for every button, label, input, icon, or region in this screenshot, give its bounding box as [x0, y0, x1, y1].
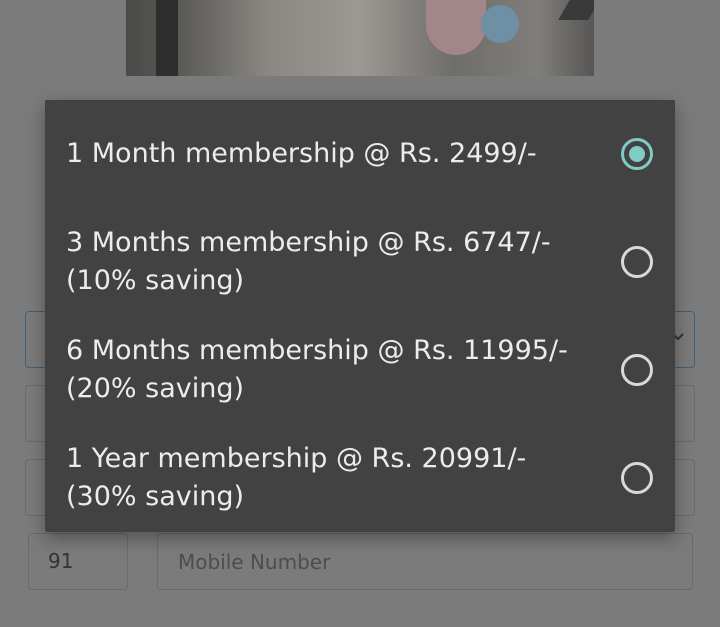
radio-selected-icon[interactable]	[621, 138, 653, 170]
radio-unselected-icon[interactable]	[621, 462, 653, 494]
option-label: 3 Months membership @ Rs. 6747/-	[66, 227, 551, 258]
option-saving: (20% saving)	[66, 373, 245, 404]
radio-unselected-icon[interactable]	[621, 354, 653, 386]
radio-unselected-icon[interactable]	[621, 246, 653, 278]
country-code-field[interactable]: 91	[28, 533, 128, 590]
option-saving: (10% saving)	[66, 265, 245, 296]
header-photo	[126, 0, 594, 76]
membership-option-3-months[interactable]: 3 Months membership @ Rs. 6747/- (10% sa…	[45, 224, 675, 300]
option-label: 6 Months membership @ Rs. 11995/-	[66, 335, 568, 366]
membership-option-1-month[interactable]: 1 Month membership @ Rs. 2499/-	[45, 135, 675, 173]
option-label: 1 Month membership @ Rs. 2499/-	[66, 138, 537, 169]
option-label: 1 Year membership @ Rs. 20991/-	[66, 443, 527, 474]
screen: 91 1 Month membership @ Rs. 2499/- 3 Mon…	[0, 0, 720, 627]
membership-option-1-year[interactable]: 1 Year membership @ Rs. 20991/- (30% sav…	[45, 440, 675, 516]
membership-options-dialog: 1 Month membership @ Rs. 2499/- 3 Months…	[45, 100, 675, 532]
option-saving: (30% saving)	[66, 481, 245, 512]
membership-option-6-months[interactable]: 6 Months membership @ Rs. 11995/- (20% s…	[45, 332, 675, 408]
mobile-number-input[interactable]	[157, 533, 693, 590]
